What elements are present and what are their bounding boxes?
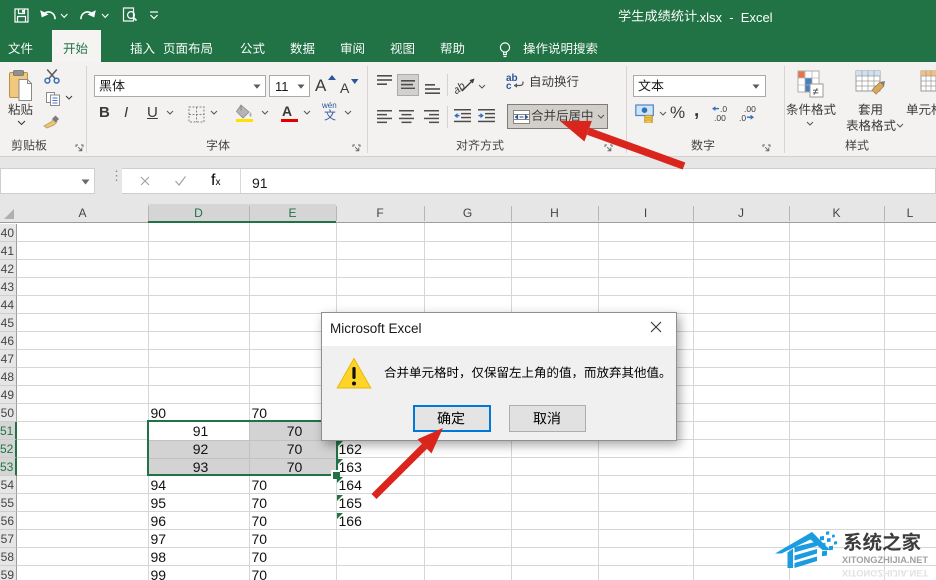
- svg-text:c: c: [506, 81, 512, 89]
- svg-text:≠: ≠: [813, 86, 819, 98]
- svg-text:A: A: [340, 80, 350, 96]
- svg-text:.0: .0: [739, 113, 746, 122]
- svg-text:.00: .00: [714, 113, 726, 122]
- svg-text:A: A: [315, 76, 327, 95]
